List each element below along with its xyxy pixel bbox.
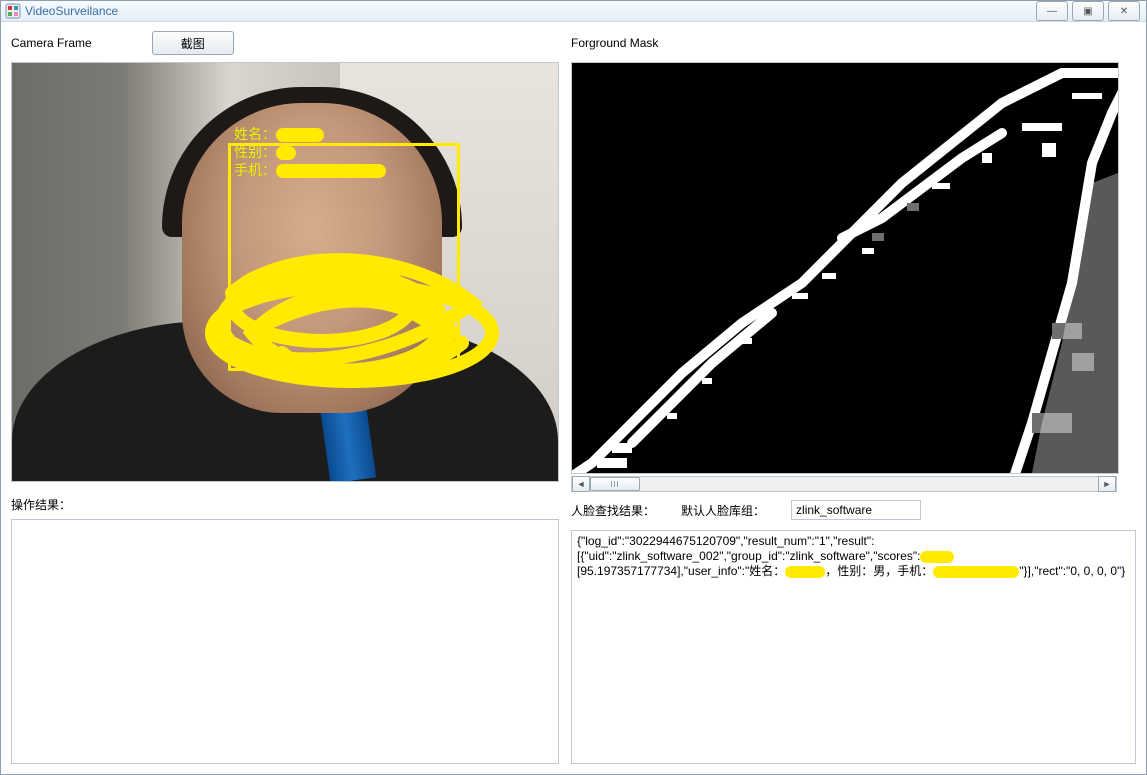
scroll-thumb[interactable] — [590, 477, 640, 491]
result-text-3b: ，性别：男，手机： — [825, 564, 933, 578]
operation-result-label: 操作结果： — [11, 496, 559, 513]
face-search-result-label: 人脸查找结果： — [571, 502, 655, 519]
client-area: Camera Frame 截图 姓名： 性别： 手机： — [1, 22, 1146, 774]
operation-result-textarea[interactable] — [11, 519, 559, 764]
left-column: Camera Frame 截图 姓名： 性别： 手机： — [11, 30, 559, 764]
face-search-result-textarea[interactable]: {"log_id":"3022944675120709","result_num… — [571, 530, 1136, 764]
result-censor-1 — [920, 551, 954, 563]
mask-content — [572, 63, 1118, 473]
foreground-mask-label: Forground Mask — [571, 36, 658, 50]
foreground-mask-view — [571, 62, 1119, 474]
result-censor-3 — [933, 566, 1019, 578]
screenshot-button[interactable]: 截图 — [152, 31, 234, 55]
scroll-left-arrow[interactable]: ◄ — [572, 476, 590, 492]
app-icon — [5, 3, 21, 19]
face-group-input[interactable] — [791, 500, 921, 520]
camera-frame-label: Camera Frame — [11, 36, 92, 50]
mask-horizontal-scrollbar[interactable]: ◄ ► — [571, 476, 1117, 492]
mask-header: Forground Mask — [571, 30, 1136, 56]
camera-frame-view: 姓名： 性别： 手机： — [11, 62, 559, 482]
result-text-1: {"log_id":"3022944675120709","result_num… — [577, 534, 874, 548]
result-censor-2 — [785, 566, 825, 578]
right-column: Forground Mask — [571, 30, 1136, 764]
close-button[interactable]: ✕ — [1108, 1, 1140, 21]
result-text-3c: "}],"rect":"0, 0, 0, 0"} — [1019, 564, 1125, 578]
result-text-2: [{"uid":"zlink_software_002","group_id":… — [577, 549, 920, 563]
camera-header: Camera Frame 截图 — [11, 30, 559, 56]
result-text-3a: [95.197357177734],"user_info":"姓名： — [577, 564, 785, 578]
search-row: 人脸查找结果： 默认人脸库组： — [571, 500, 1136, 520]
overlay-name-censor — [276, 128, 324, 142]
scroll-right-arrow[interactable]: ► — [1098, 476, 1116, 492]
scroll-track[interactable] — [590, 477, 1098, 491]
maximize-button[interactable]: ▣ — [1072, 1, 1104, 21]
titlebar[interactable]: VideoSurveilance — ▣ ✕ — [1, 1, 1146, 22]
scribble-annotation — [192, 233, 522, 413]
window-title: VideoSurveilance — [25, 4, 118, 18]
app-window: VideoSurveilance — ▣ ✕ Camera Frame 截图 姓… — [0, 0, 1147, 775]
default-face-group-label: 默认人脸库组： — [681, 502, 765, 519]
window-controls: — ▣ ✕ — [1036, 1, 1140, 21]
minimize-button[interactable]: — — [1036, 1, 1068, 21]
